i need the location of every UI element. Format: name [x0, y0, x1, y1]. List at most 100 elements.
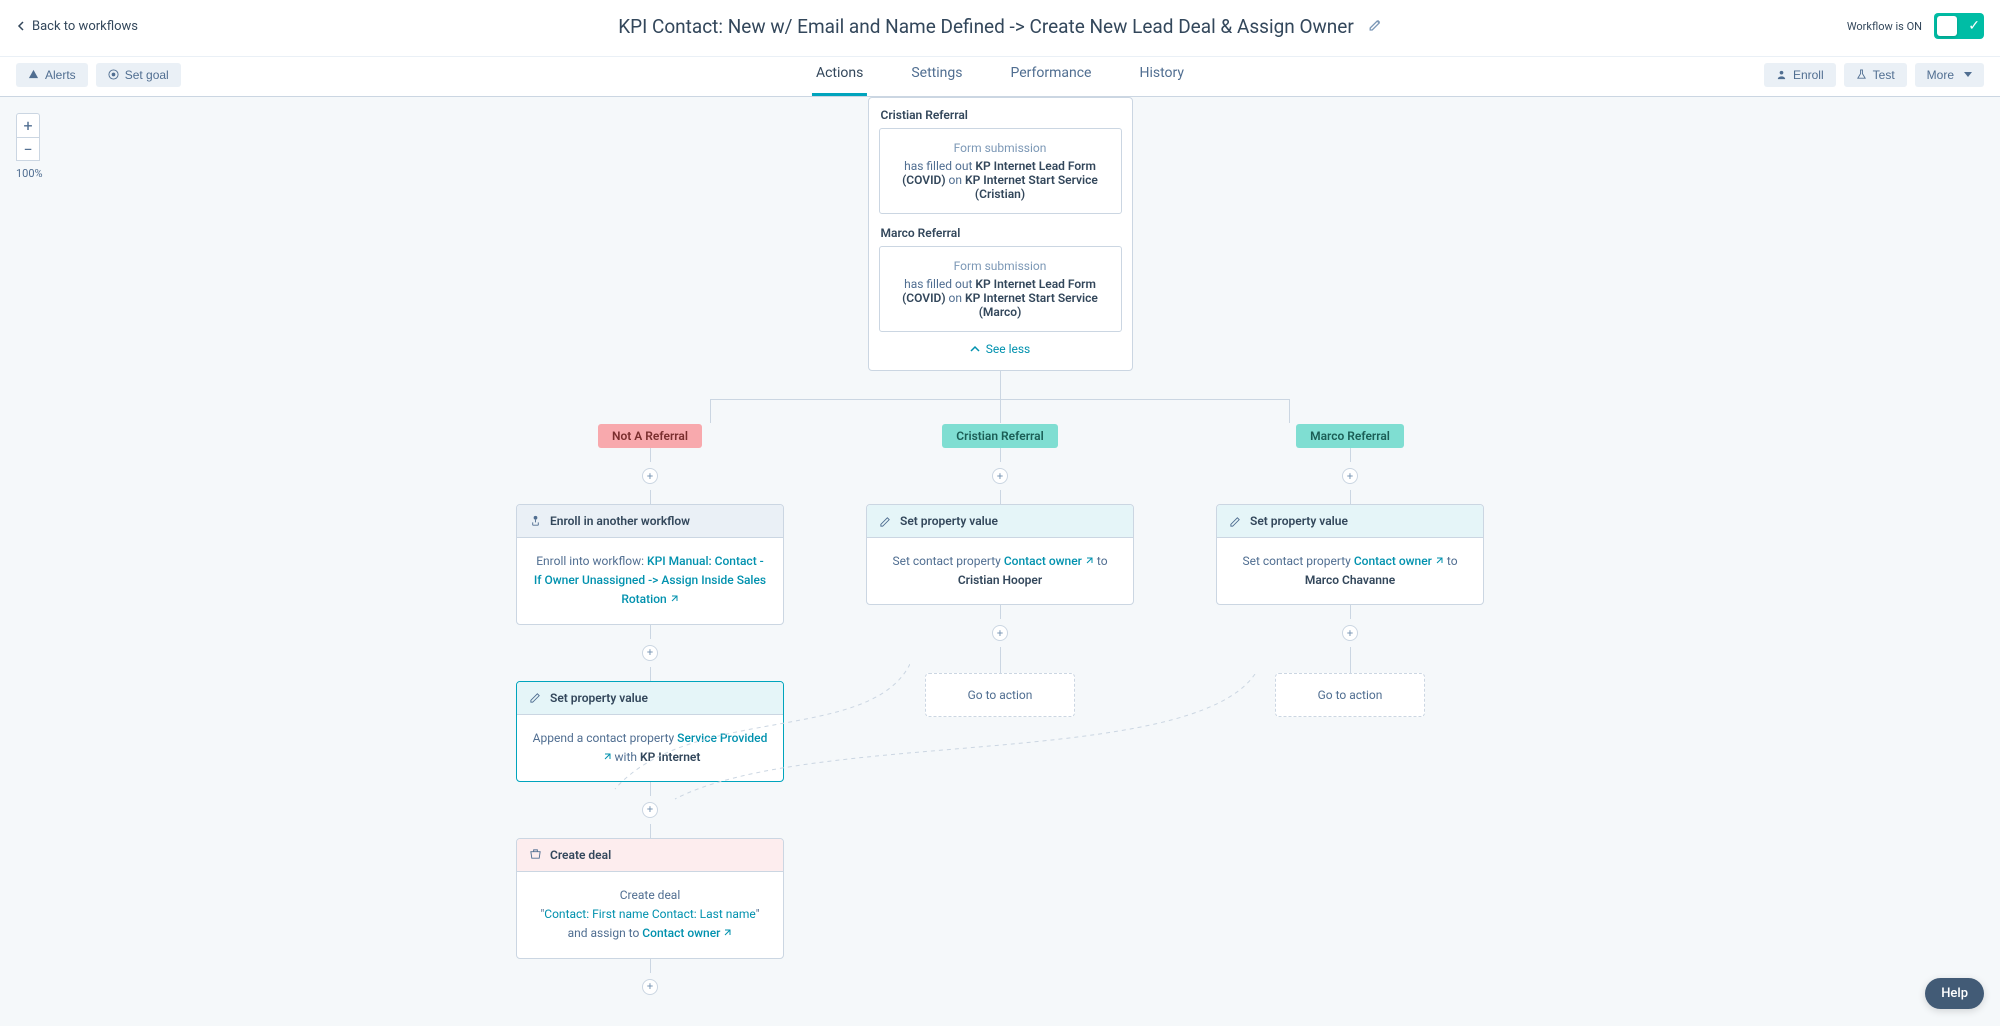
set-property-cristian-card[interactable]: Set property value Set contact property …: [866, 504, 1134, 605]
flask-icon: [1856, 69, 1867, 80]
trigger-2-card[interactable]: Form submission has filled out KP Intern…: [879, 246, 1122, 332]
branch-drop-3: [1289, 399, 1290, 423]
pencil-icon: [529, 691, 542, 704]
add-action-button[interactable]: +: [642, 802, 658, 818]
back-to-workflows-link[interactable]: Back to workflows: [16, 19, 138, 34]
card-title: Set property value: [550, 691, 648, 705]
workflow-on-toggle[interactable]: ✓: [1934, 13, 1984, 39]
person-icon: [1776, 69, 1787, 80]
external-link-icon: [669, 594, 679, 604]
card-body: Set contact property Contact owner to Ma…: [1217, 538, 1483, 604]
app-header: Back to workflows KPI Contact: New w/ Em…: [0, 0, 2000, 97]
branch-drop-2: [1000, 399, 1001, 423]
branch-label-marco[interactable]: Marco Referral: [1296, 424, 1404, 448]
check-icon: ✓: [1968, 18, 1980, 34]
external-link-icon: [1084, 556, 1094, 566]
property-text: Service Provided: [677, 731, 767, 745]
pencil-icon: [1229, 515, 1242, 528]
owner-link[interactable]: Contact owner: [642, 926, 732, 940]
card-body: Enroll into workflow: KPI Manual: Contac…: [517, 538, 783, 624]
to-text: to: [1444, 554, 1458, 568]
branch-marco: Marco Referral + Set property value Set …: [1210, 424, 1490, 1001]
on-text-1: on: [946, 173, 965, 187]
tab-history[interactable]: History: [1135, 55, 1188, 95]
workflow-canvas[interactable]: + − 100% Cristian Referral Form submissi…: [0, 97, 2000, 1026]
set-property-service-card[interactable]: Set property value Append a contact prop…: [516, 681, 784, 782]
enroll-workflow-card[interactable]: Enroll in another workflow Enroll into w…: [516, 504, 784, 625]
deal-icon: [529, 848, 542, 861]
card-title: Set property value: [900, 514, 998, 528]
connector: [1000, 647, 1001, 673]
main-tabs: Actions Settings Performance History: [812, 55, 1188, 95]
zoom-out-button[interactable]: −: [16, 137, 40, 161]
connector: [650, 667, 651, 681]
connector: [1000, 605, 1001, 619]
set-goal-button[interactable]: Set goal: [96, 63, 181, 87]
create-deal-card[interactable]: Create deal Create deal "Contact: First …: [516, 838, 784, 959]
branch-label-cristian[interactable]: Cristian Referral: [942, 424, 1057, 448]
card-title: Create deal: [550, 848, 611, 862]
zoom-level: 100%: [16, 167, 43, 180]
set-goal-label: Set goal: [125, 68, 169, 82]
workflow-title: KPI Contact: New w/ Email and Name Defin…: [618, 15, 1354, 38]
trigger-group-2-title: Marco Referral: [881, 226, 1122, 240]
card-header: Set property value: [1217, 505, 1483, 538]
help-button[interactable]: Help: [1925, 978, 1984, 1009]
add-action-button[interactable]: +: [642, 468, 658, 484]
more-button[interactable]: More: [1915, 63, 1984, 87]
property-link[interactable]: Contact owner: [1004, 554, 1094, 568]
form-submission-label: Form submission: [890, 141, 1111, 155]
toggle-knob: [1937, 16, 1957, 36]
card-header: Enroll in another workflow: [517, 505, 783, 538]
add-action-button[interactable]: +: [642, 979, 658, 995]
page-name-1: KP Internet Start Service (Cristian): [965, 173, 1098, 201]
test-button[interactable]: Test: [1844, 63, 1907, 87]
has-filled-text: has filled out: [904, 159, 975, 173]
card-title: Set property value: [1250, 514, 1348, 528]
create-deal-line1: Create deal: [531, 886, 769, 905]
toolbar: Alerts Set goal Actions Settings Perform…: [0, 56, 2000, 93]
toolbar-left: Alerts Set goal: [16, 63, 181, 87]
chevron-left-icon: [16, 21, 26, 31]
alerts-button[interactable]: Alerts: [16, 63, 88, 87]
card-body: Append a contact property Service Provid…: [517, 715, 783, 781]
enroll-button[interactable]: Enroll: [1764, 63, 1836, 87]
chevron-up-icon: [970, 344, 980, 354]
property-link[interactable]: Contact owner: [1354, 554, 1444, 568]
workflow-tree: Cristian Referral Form submission has fi…: [240, 97, 1760, 1026]
enroll-label: Enroll: [1793, 68, 1824, 82]
see-less-toggle[interactable]: See less: [879, 342, 1122, 356]
connector: [650, 448, 651, 462]
add-action-button[interactable]: +: [1342, 468, 1358, 484]
add-action-button[interactable]: +: [642, 645, 658, 661]
tab-settings[interactable]: Settings: [907, 55, 966, 95]
branch-label-not-referral[interactable]: Not A Referral: [598, 424, 702, 448]
connector: [1350, 490, 1351, 504]
branch-not-referral: Not A Referral + Enroll in another workf…: [510, 424, 790, 1001]
enrollment-trigger-box[interactable]: Cristian Referral Form submission has fi…: [868, 97, 1133, 371]
more-label: More: [1927, 68, 1954, 82]
zoom-in-button[interactable]: +: [16, 113, 40, 137]
workflow-icon: [529, 515, 542, 528]
go-to-action-marco[interactable]: Go to action: [1275, 673, 1425, 717]
connector: [1000, 448, 1001, 462]
page-name-2: KP Internet Start Service (Marco): [965, 291, 1098, 319]
add-action-button[interactable]: +: [1342, 625, 1358, 641]
set-property-marco-card[interactable]: Set property value Set contact property …: [1216, 504, 1484, 605]
trigger-1-card[interactable]: Form submission has filled out KP Intern…: [879, 128, 1122, 214]
external-link-icon: [722, 928, 732, 938]
body-prefix: Set contact property: [1242, 554, 1353, 568]
add-action-button[interactable]: +: [992, 468, 1008, 484]
tab-performance[interactable]: Performance: [1006, 55, 1095, 95]
pencil-icon[interactable]: [1368, 17, 1382, 36]
toolbar-row: Alerts Set goal Actions Settings Perform…: [0, 52, 2000, 96]
add-action-button[interactable]: +: [992, 625, 1008, 641]
go-to-action-cristian[interactable]: Go to action: [925, 673, 1075, 717]
connector: [650, 959, 651, 973]
toolbar-right: Enroll Test More: [1764, 63, 1984, 87]
connector: [1350, 605, 1351, 619]
card-body: Set contact property Contact owner to Cr…: [867, 538, 1133, 604]
connector: [1350, 647, 1351, 673]
connector: [650, 490, 651, 504]
tab-actions[interactable]: Actions: [812, 55, 867, 96]
